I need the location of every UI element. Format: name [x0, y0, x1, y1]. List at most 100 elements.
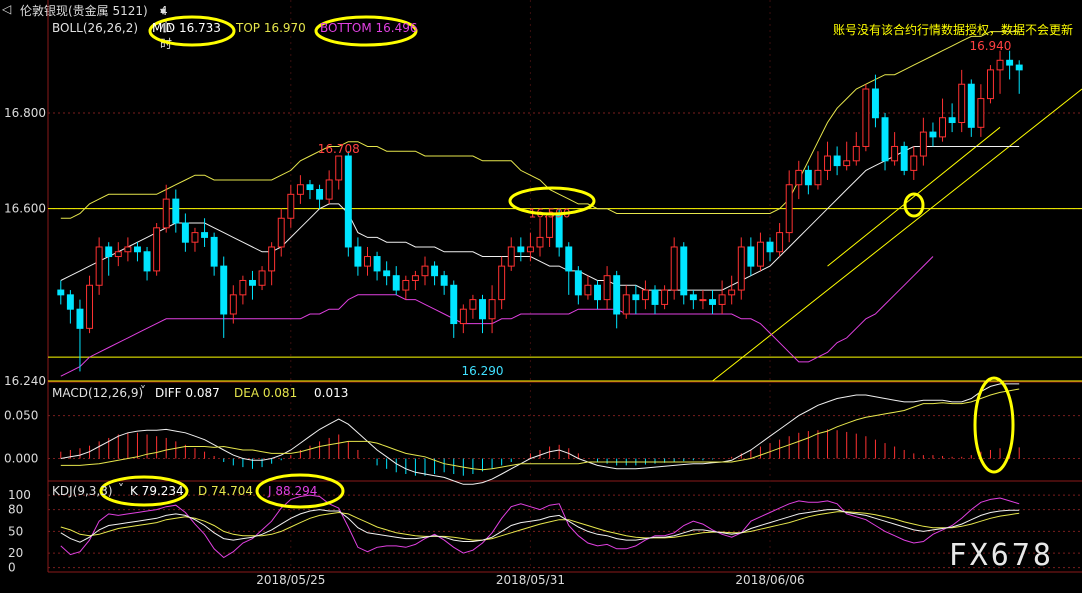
candle	[354, 237, 362, 276]
candle	[919, 117, 927, 166]
candle-body	[459, 308, 467, 325]
candle	[181, 213, 189, 252]
candle-body	[1015, 64, 1023, 71]
candle-body	[843, 160, 851, 167]
candle	[325, 170, 333, 204]
boll-bottom-line	[60, 256, 934, 377]
candle-body	[986, 69, 994, 100]
candle-body	[804, 169, 812, 186]
candle-body	[670, 246, 678, 291]
candle	[900, 141, 908, 176]
candle-body	[862, 88, 870, 147]
candle-body	[891, 145, 899, 162]
candle-body	[574, 270, 582, 296]
candle-body	[977, 98, 985, 128]
candle-body	[699, 299, 707, 302]
candle-body	[364, 256, 371, 267]
candle	[306, 179, 314, 200]
candle-body	[785, 184, 793, 234]
kdj-d: D 74.704	[198, 484, 254, 498]
candle-body	[939, 117, 947, 138]
candle	[766, 237, 774, 262]
candle-body	[584, 284, 592, 296]
candle	[210, 232, 218, 276]
candle	[258, 266, 266, 291]
macd-value: 0.013	[314, 386, 349, 400]
macd-diff: DIFF 0.087	[155, 386, 220, 400]
candle	[603, 266, 611, 310]
candle-body	[661, 289, 669, 305]
macd-label[interactable]: MACD(12,26,9)	[52, 386, 143, 400]
candle	[411, 270, 419, 291]
candle-body	[143, 251, 151, 272]
kdj-j-line	[60, 494, 1020, 559]
candle	[229, 285, 237, 324]
candle-body	[680, 246, 688, 296]
candle-body	[249, 279, 256, 286]
candle	[153, 223, 161, 276]
kdj-caret[interactable]: ˅	[118, 482, 124, 496]
kdj-tick-label: 50	[8, 524, 23, 538]
kdj-tick-label: 20	[8, 546, 23, 560]
candle	[814, 151, 822, 190]
kdj-tick-label: 80	[8, 503, 23, 517]
candle	[795, 160, 803, 200]
candle-body	[795, 169, 803, 186]
candle-body	[881, 117, 889, 162]
candle-body	[565, 246, 573, 272]
candle-body	[57, 289, 65, 296]
candle	[431, 261, 439, 286]
macd-caret[interactable]: ˅	[140, 384, 146, 398]
candle	[833, 146, 841, 176]
candle	[699, 290, 707, 310]
candle	[574, 266, 582, 305]
boll-mid: MID 16.733	[152, 21, 221, 35]
boll-label[interactable]: BOLL(26,26,2)	[52, 21, 138, 35]
candle	[392, 266, 400, 295]
candle-body	[105, 246, 113, 258]
candle	[364, 246, 371, 276]
candle	[105, 242, 113, 276]
data-notice: 账号没有该合约行情数据授权，数据不会更新	[833, 23, 1074, 37]
candle	[383, 261, 391, 286]
candle-body	[919, 131, 927, 157]
candle	[268, 242, 276, 286]
candle-body	[258, 270, 266, 286]
candle	[296, 175, 304, 204]
candle-body	[306, 184, 314, 191]
low-annotation: 16.290	[461, 364, 503, 378]
candle	[86, 275, 94, 334]
candle	[172, 189, 180, 233]
candle-body	[277, 217, 285, 248]
candle	[133, 242, 141, 262]
candle-body	[210, 236, 218, 267]
candle	[459, 304, 467, 334]
macd-tick-label: 0.050	[4, 409, 38, 423]
candle-body	[86, 284, 94, 329]
candle	[277, 208, 285, 257]
candle-body	[488, 299, 496, 320]
candle	[66, 290, 74, 324]
candle	[680, 242, 688, 305]
candle	[565, 242, 573, 295]
boll-top: TOP 16.970	[236, 21, 306, 35]
candle-body	[133, 246, 141, 253]
candle	[450, 280, 458, 338]
candle	[986, 65, 994, 104]
candle-body	[239, 279, 247, 296]
kdj-j: J 88.294	[268, 484, 318, 498]
candle-body	[632, 294, 640, 301]
candle-body	[507, 246, 515, 267]
candle-body	[440, 275, 448, 286]
candle	[594, 280, 601, 310]
candle	[613, 270, 621, 329]
candle-body	[766, 241, 774, 253]
candle	[287, 184, 295, 228]
candle-body	[392, 275, 400, 291]
candle-body	[526, 246, 534, 253]
candle	[488, 285, 496, 334]
candle-body	[709, 299, 716, 305]
candle	[709, 290, 716, 314]
candle	[95, 237, 103, 295]
kdj-label[interactable]: KDJ(9,3,3)	[52, 484, 113, 498]
